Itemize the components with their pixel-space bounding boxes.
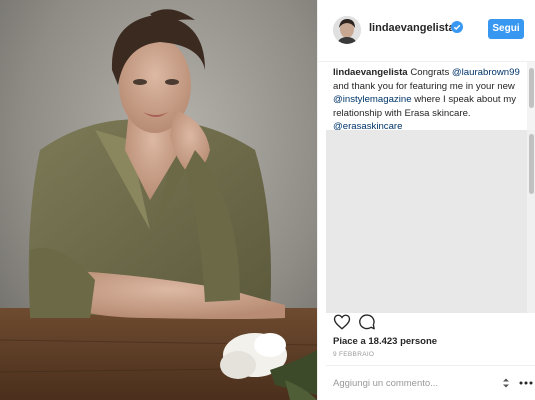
post-photo-image bbox=[0, 0, 317, 400]
scrollbar-thumb[interactable] bbox=[529, 134, 534, 194]
post-photo[interactable] bbox=[0, 0, 317, 400]
caption-text: and thank you for featuring me in your n… bbox=[333, 80, 515, 92]
caption-scrollbar[interactable] bbox=[527, 62, 535, 130]
comment-icon[interactable] bbox=[358, 313, 376, 331]
avatar[interactable] bbox=[333, 16, 361, 44]
follow-button[interactable]: Segui bbox=[488, 19, 524, 39]
comment-bar bbox=[326, 365, 535, 400]
caption-text: Congrats bbox=[407, 67, 452, 78]
mention-laurabrown99[interactable]: @laurabrown99 bbox=[452, 67, 520, 78]
verified-badge-icon bbox=[451, 21, 463, 33]
caption-author-link[interactable]: lindaevangelista bbox=[333, 67, 408, 78]
post-caption: lindaevangelista Congrats @laurabrown99 … bbox=[333, 66, 531, 134]
username-link[interactable]: lindaevangelista bbox=[369, 22, 455, 34]
post-header: lindaevangelista Segui bbox=[318, 0, 535, 62]
more-options-icon[interactable] bbox=[519, 381, 533, 385]
scrollbar-thumb[interactable] bbox=[529, 68, 534, 108]
post-date[interactable]: 9 febbraio bbox=[333, 351, 374, 358]
avatar-image bbox=[333, 16, 361, 44]
comments-scrollbar[interactable] bbox=[527, 130, 535, 313]
post-details-panel: lindaevangelista Segui lindaevangelista … bbox=[317, 0, 535, 400]
likes-count[interactable]: Piace a 18.423 persone bbox=[333, 336, 437, 347]
comment-input[interactable] bbox=[333, 375, 483, 391]
stepper-icon[interactable] bbox=[501, 377, 511, 389]
mention-instylemagazine[interactable]: @instylemagazine bbox=[333, 94, 412, 105]
heart-icon[interactable] bbox=[333, 313, 351, 331]
comments-area bbox=[326, 130, 527, 313]
